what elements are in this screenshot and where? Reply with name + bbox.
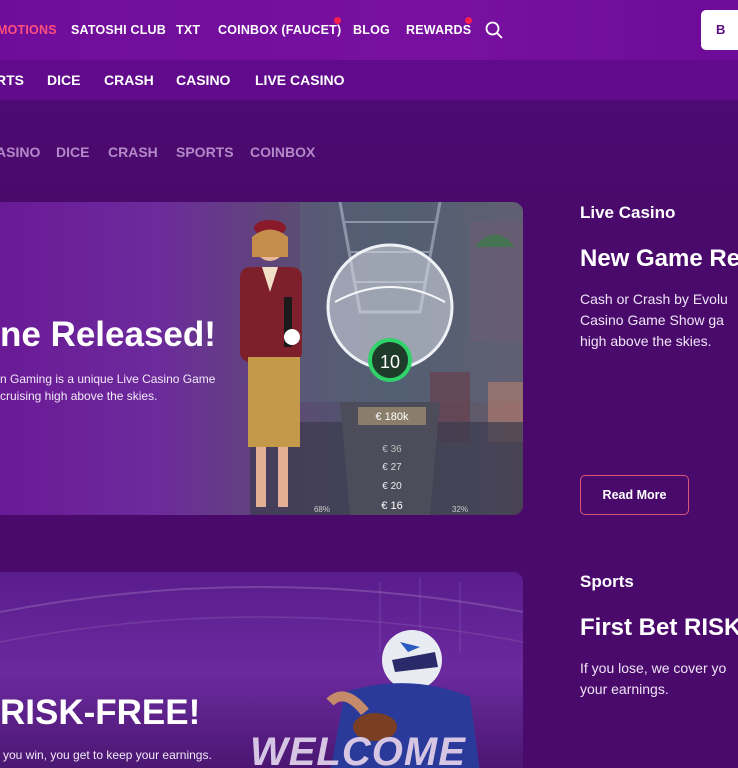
promo-filter-tabs: ASINO DICE CRASH SPORTS COINBOX: [0, 100, 738, 200]
notification-dot: [334, 17, 341, 24]
top-navigation: MOTIONS SATOSHI CLUB TXT COINBOX (FAUCET…: [0, 0, 738, 60]
banner-desc-line: n Gaming is a unique Live Casino Game: [0, 372, 216, 386]
notification-dot: [465, 17, 472, 24]
prize-top: € 180k: [375, 411, 409, 423]
prize-value: € 36: [382, 444, 402, 455]
promo-category: Sports: [580, 572, 634, 591]
prize-value: € 20: [382, 481, 402, 492]
promo-desc-line: high above the skies.: [580, 333, 712, 349]
banner-desc-line: cruising high above the skies.: [0, 389, 158, 403]
nav-txt[interactable]: TXT: [176, 23, 200, 37]
nav-satoshi-club[interactable]: SATOSHI CLUB: [71, 23, 166, 37]
banner-description: n Gaming is a unique Live Casino Game cr…: [0, 371, 215, 405]
game-nav-live-casino[interactable]: LIVE CASINO: [255, 72, 344, 88]
bitcoin-icon: B: [716, 22, 726, 37]
tab-crash[interactable]: CRASH: [108, 144, 158, 160]
tab-dice[interactable]: DICE: [56, 144, 89, 160]
prize-value: € 16: [381, 500, 402, 512]
game-show-illustration: 10 € 180k € 36 € 27 € 20 € 16 68% 32%: [240, 202, 523, 515]
tab-casino[interactable]: ASINO: [0, 144, 40, 160]
tab-sports[interactable]: SPORTS: [176, 144, 234, 160]
game-nav-dice[interactable]: DICE: [47, 72, 80, 88]
promo-desc-line: Casino Game Show ga: [580, 312, 724, 328]
banner-description: you win, you get to keep your earnings.: [3, 748, 212, 762]
promo-title: First Bet RISK-: [580, 614, 738, 641]
banner-title: ne Released!: [0, 315, 216, 354]
welcome-text: WELCOME: [250, 730, 466, 768]
percent-left: 68%: [314, 505, 330, 514]
promo-description: Cash or Crash by Evolu Casino Game Show …: [580, 289, 728, 352]
read-more-button[interactable]: Read More: [580, 475, 689, 515]
live-casino-promo-banner[interactable]: 10 € 180k € 36 € 27 € 20 € 16 68% 32%: [0, 202, 523, 515]
promo-title: New Game Re: [580, 245, 738, 272]
promo-category: Live Casino: [580, 203, 676, 222]
wallet-button[interactable]: B: [701, 10, 738, 50]
percent-right: 32%: [452, 505, 468, 514]
nav-rewards[interactable]: REWARDS: [406, 23, 471, 37]
promo-desc-line: If you lose, we cover yo: [580, 660, 727, 676]
nav-blog[interactable]: BLOG: [353, 23, 390, 37]
game-nav-crash[interactable]: CRASH: [104, 72, 154, 88]
game-nav-sports[interactable]: RTS: [0, 72, 24, 88]
promo-description: If you lose, we cover yo your earnings.: [580, 658, 726, 700]
search-icon[interactable]: [485, 21, 503, 39]
prize-value: € 27: [382, 462, 402, 473]
nav-coinbox-faucet[interactable]: COINBOX (FAUCET): [218, 23, 341, 37]
tab-coinbox[interactable]: COINBOX: [250, 144, 315, 160]
promo-desc-line: your earnings.: [580, 681, 669, 697]
game-nav-casino[interactable]: CASINO: [176, 72, 230, 88]
ball-number: 10: [380, 352, 400, 372]
promo-desc-line: Cash or Crash by Evolu: [580, 291, 728, 307]
nav-promotions[interactable]: MOTIONS: [0, 23, 57, 37]
banner-title: RISK-FREE!: [0, 693, 201, 732]
game-navigation: RTS DICE CRASH CASINO LIVE CASINO: [0, 60, 738, 100]
